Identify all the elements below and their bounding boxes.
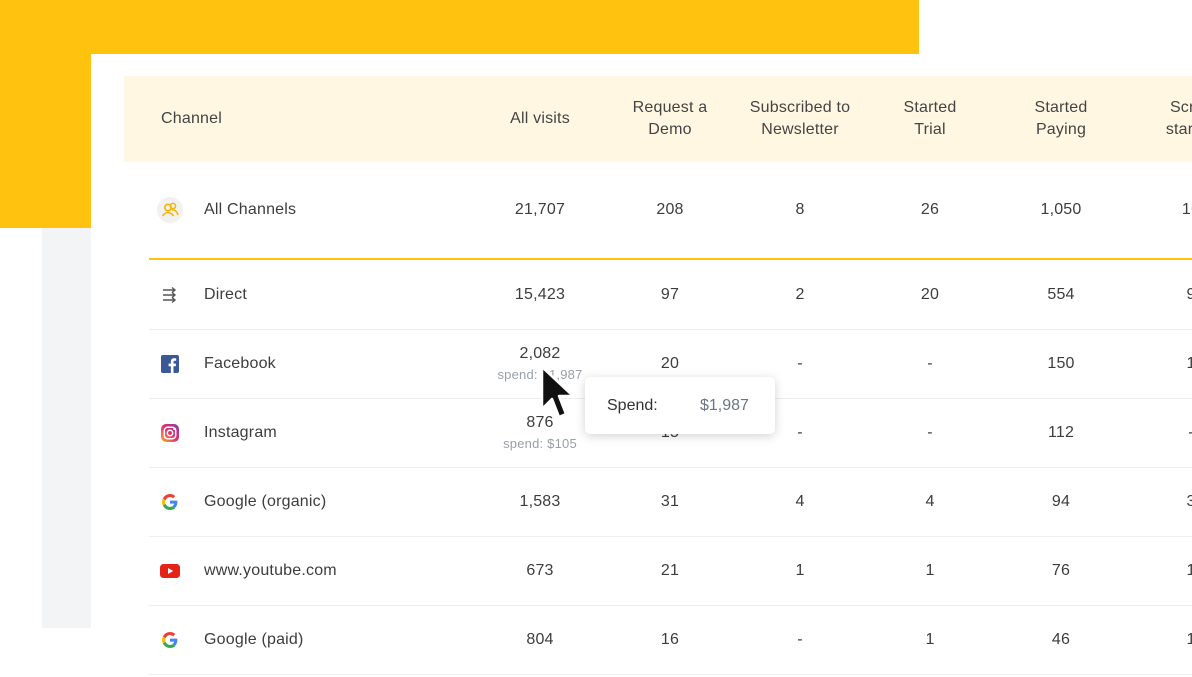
cell-script-started: 1: [1186, 630, 1192, 648]
channel-name: www.youtube.com: [204, 561, 337, 579]
cell-request-a-demo: 97: [660, 285, 680, 303]
cell-started-paying: 94: [1051, 492, 1071, 510]
cell-script-started: 16: [1181, 201, 1192, 218]
table-header: Channel All visits Request a Demo Subscribed…: [124, 76, 1192, 162]
instagram-icon: [157, 420, 183, 446]
spend-value: spend: $105: [503, 436, 577, 451]
column-header-line: Subscribed to: [749, 99, 851, 116]
column-header-text: Started Trial: [904, 97, 957, 141]
table-row[interactable]: Google (organic) 1,583 31 4 4 94 3: [149, 467, 1192, 537]
column-header-3[interactable]: Subscribed to Newsletter: [735, 76, 865, 162]
column-header-4[interactable]: Started Trial: [865, 76, 995, 162]
cell-started-trial: -: [927, 354, 933, 372]
cell-request-a-demo: 21: [660, 561, 680, 579]
channel-name: Instagram: [204, 423, 277, 441]
cell-subscribed-to-newsletter: 2: [795, 285, 805, 303]
column-header-text: Request a Demo: [633, 97, 708, 141]
column-header-line: Trial: [914, 121, 946, 138]
channels-table-card: Channel All visits Request a Demo Subscribed…: [91, 54, 1192, 677]
channel-name: Google (organic): [204, 492, 327, 510]
google-icon: [157, 627, 183, 653]
cell-request-a-demo: 31: [660, 492, 680, 510]
spend-tooltip: Spend: $1,987: [585, 377, 775, 434]
cell-started-trial: 4: [925, 492, 935, 510]
cell-started-trial: -: [927, 423, 933, 441]
cell-script-started: 1: [1186, 561, 1192, 579]
channel-name: Facebook: [204, 354, 276, 372]
column-header-1[interactable]: All visits: [475, 76, 605, 162]
cell-script-started: 9: [1186, 285, 1192, 303]
visits-value: 2,082: [519, 345, 561, 362]
cell-started-paying: 554: [1047, 285, 1075, 303]
column-header-line: Newsletter: [761, 121, 839, 138]
column-header-line: Script: [1169, 99, 1192, 116]
cell-started-paying: 112: [1047, 423, 1075, 441]
cell-all-visits: 804: [526, 630, 554, 648]
column-header-text: Channel: [161, 108, 222, 130]
cell-started-paying: 46: [1051, 630, 1071, 648]
users-icon: [157, 197, 183, 223]
column-header-line: Started: [903, 99, 957, 116]
tooltip-value: $1,987: [700, 396, 749, 414]
facebook-icon: [157, 351, 183, 377]
column-header-2[interactable]: Request a Demo: [605, 76, 735, 162]
cell-subscribed-to-newsletter: 8: [795, 201, 805, 218]
table-row[interactable]: Direct 15,423 97 2 20 554 9: [149, 260, 1192, 330]
table-row[interactable]: Google (paid) 804 16 - 1 46 1: [149, 605, 1192, 675]
cell-started-trial: 26: [920, 201, 940, 218]
column-header-line: Channel: [161, 110, 223, 127]
column-header-0[interactable]: Channel: [161, 76, 361, 162]
column-header-5[interactable]: Started Paying: [996, 76, 1126, 162]
decorative-gray-strip: [42, 228, 91, 628]
youtube-icon: [157, 558, 183, 584]
cell-request-a-demo: 208: [656, 201, 684, 218]
cell-subscribed-to-newsletter: 1: [795, 561, 805, 579]
cell-all-visits: 15,423: [514, 285, 566, 303]
google-icon: [157, 489, 183, 515]
column-header-line: Request a: [632, 99, 708, 116]
column-header-text: Started Paying: [1035, 97, 1088, 141]
tooltip-label: Spend:: [607, 396, 658, 414]
table-row[interactable]: www.youtube.com 673 21 1 1 76 1: [149, 536, 1192, 606]
column-header-line: Paying: [1035, 121, 1087, 138]
cell-script-started: 1: [1186, 354, 1192, 372]
channel-name: Google (paid): [204, 630, 304, 648]
column-header-line: started: [1165, 121, 1192, 138]
channel-name: All Channels: [204, 201, 297, 218]
column-header-line: Demo: [648, 121, 692, 138]
cell-started-paying: 150: [1047, 354, 1075, 372]
cell-request-a-demo: 16: [660, 630, 680, 648]
table-row-total[interactable]: All Channels 21,707 208 8 26 1,050 16: [149, 162, 1192, 258]
column-header-line: All visits: [510, 110, 570, 127]
column-header-text: Script started: [1166, 97, 1192, 141]
cell-started-trial: 20: [920, 285, 940, 303]
cell-started-paying: 76: [1051, 561, 1071, 579]
channel-name: Direct: [204, 285, 247, 303]
cell-all-visits: 1,583: [519, 492, 561, 510]
cell-subscribed-to-newsletter: -: [797, 630, 803, 648]
direct-arrows-icon: [157, 282, 183, 308]
cell-started-trial: 1: [925, 630, 935, 648]
cell-script-started: 3: [1186, 492, 1192, 510]
cell-started-trial: 1: [925, 561, 935, 579]
cell-all-visits: 21,707: [514, 201, 566, 218]
column-header-text: All visits: [510, 108, 570, 130]
cell-started-paying: 1,050: [1040, 201, 1082, 218]
column-header-line: Started: [1034, 99, 1088, 116]
column-header-text: Subscribed to Newsletter: [750, 97, 850, 141]
column-header-6[interactable]: Script started: [1126, 76, 1192, 162]
cell-subscribed-to-newsletter: 4: [795, 492, 805, 510]
cell-script-started: -: [1131, 398, 1192, 467]
cell-all-visits: 673: [526, 561, 554, 579]
mouse-pointer-icon: [540, 365, 575, 419]
